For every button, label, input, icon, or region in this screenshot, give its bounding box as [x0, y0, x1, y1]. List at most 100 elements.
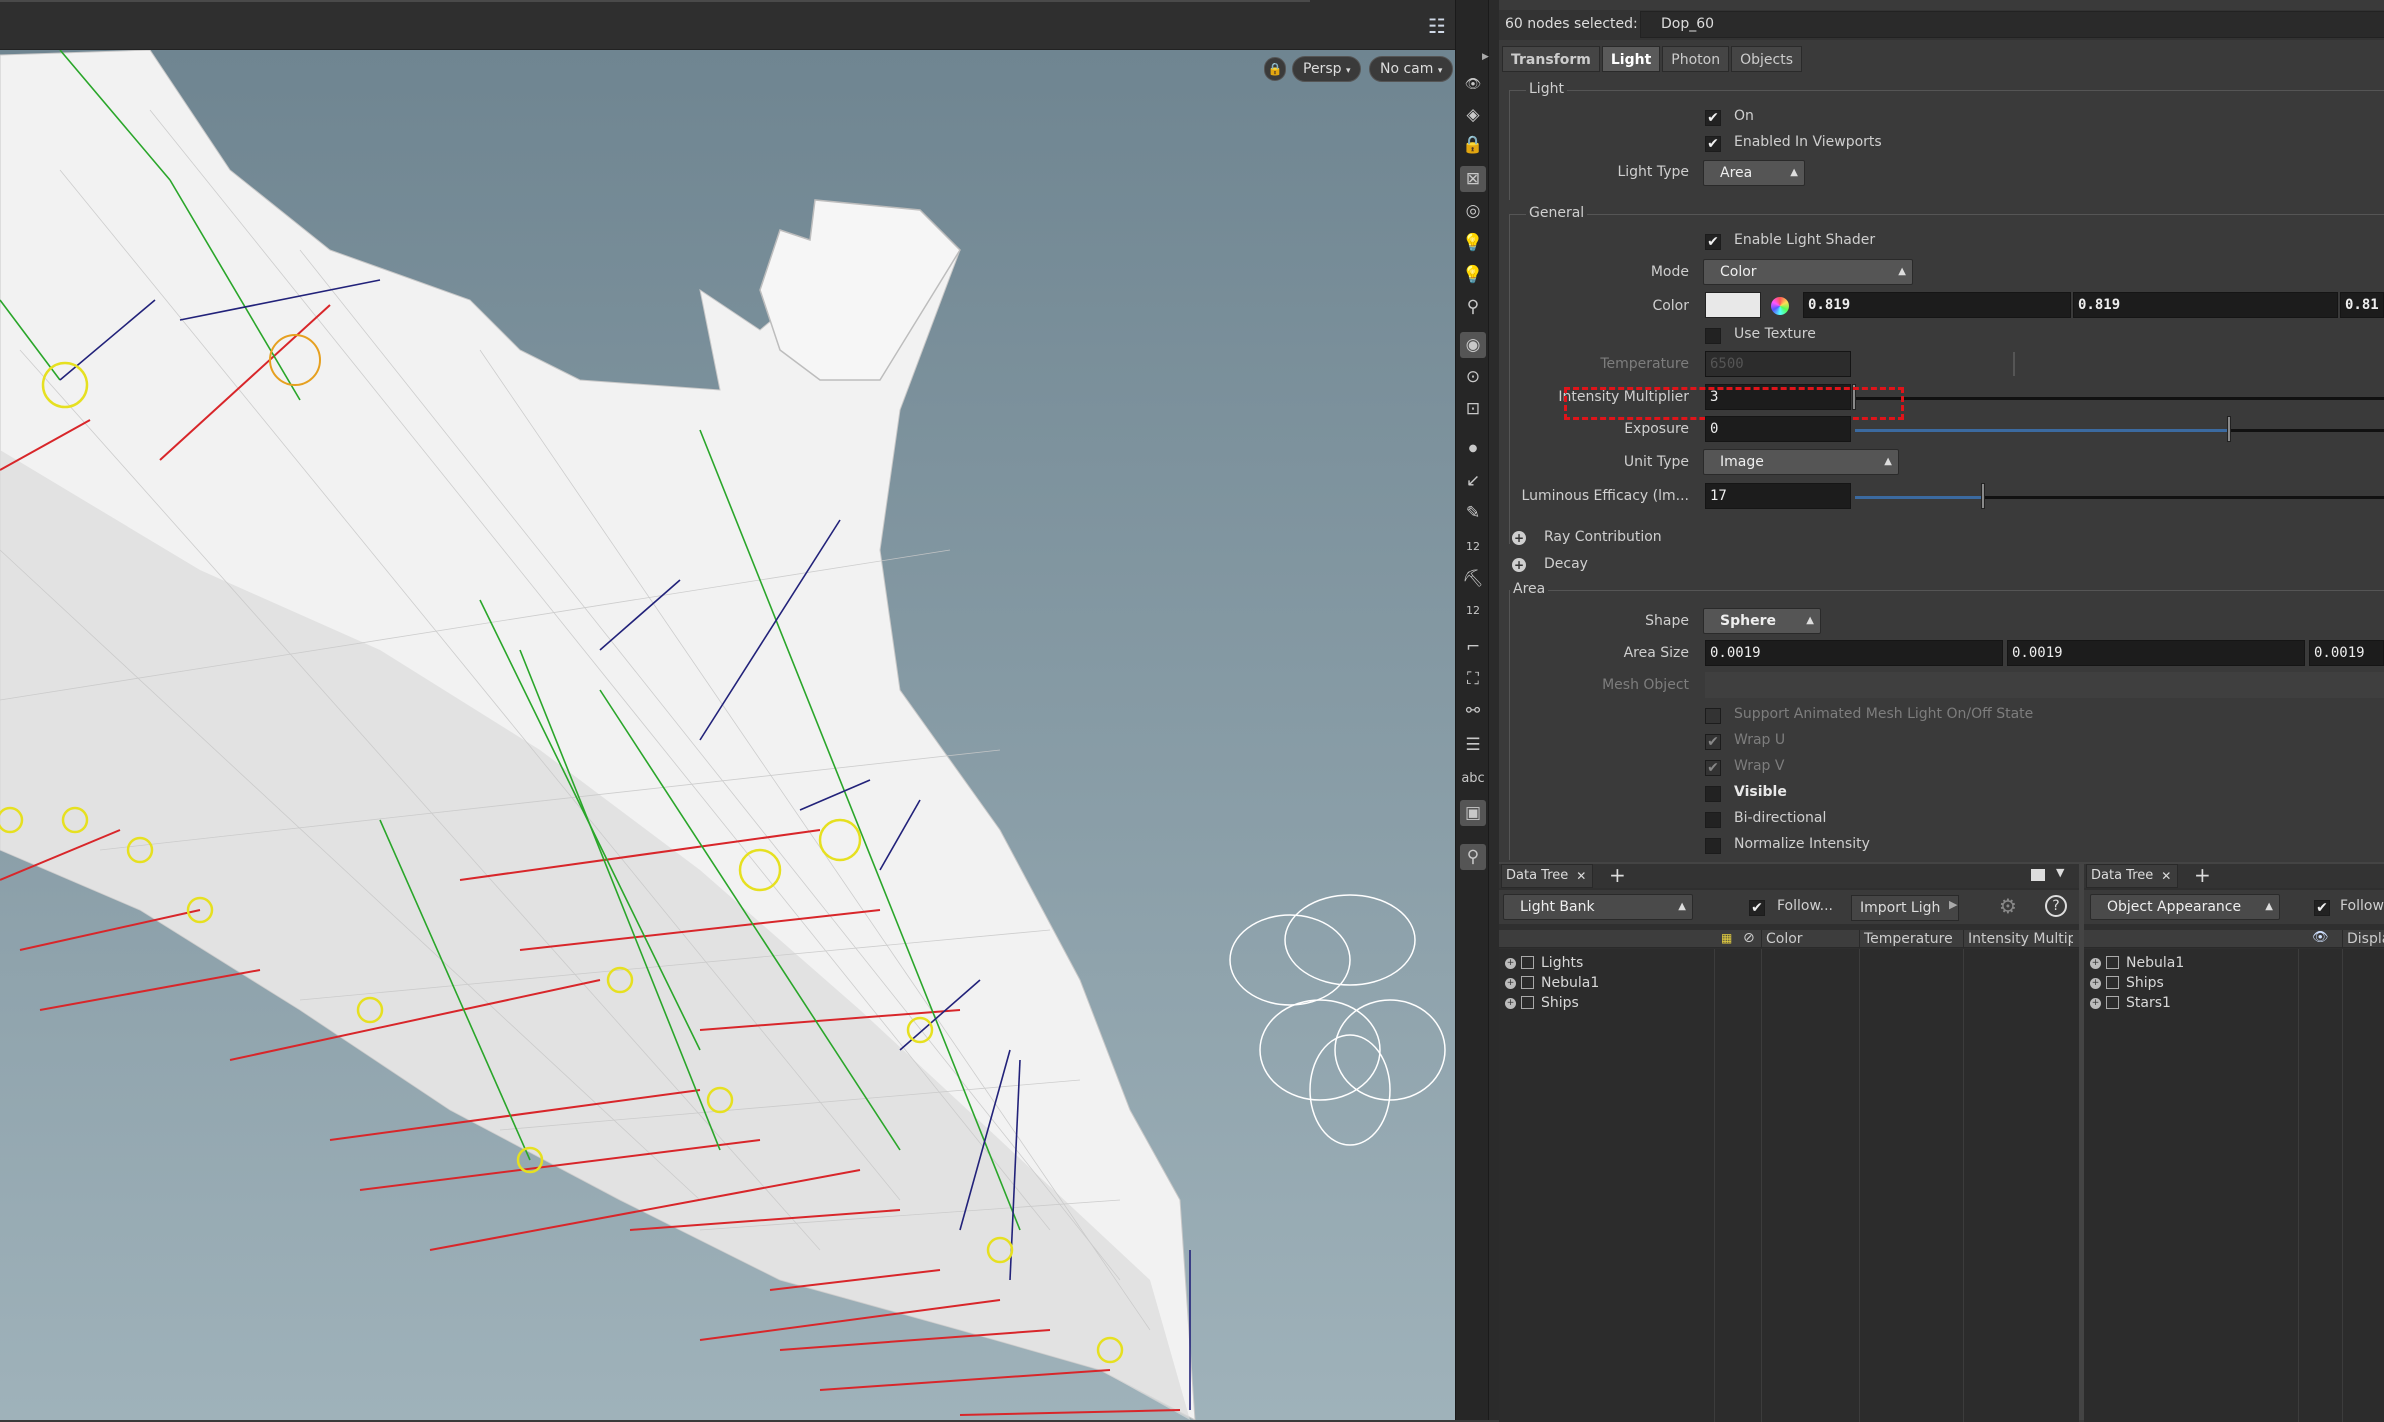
tab-transform[interactable]: Transform	[1502, 46, 1600, 72]
pane-layout-icon[interactable]	[2031, 869, 2045, 881]
tab-photon[interactable]: Photon	[1662, 46, 1730, 72]
wrap-u-checkbox[interactable]: ✔	[1705, 734, 1721, 750]
visible-checkbox[interactable]	[1705, 786, 1721, 802]
mesh-object-field[interactable]	[1705, 672, 2384, 698]
normals-icon[interactable]: ↙	[1460, 468, 1486, 494]
prim-numbers-icon[interactable]: 12	[1460, 598, 1486, 624]
shape-menu[interactable]: Sphere ▲	[1703, 608, 1821, 634]
color-r-field[interactable]: 0.819	[1803, 292, 2071, 318]
branch-icon[interactable]: ⚯	[1460, 698, 1486, 724]
column-intensity[interactable]: Intensity Multip	[1963, 930, 2073, 948]
luminous-slider-thumb[interactable]	[1981, 483, 1985, 509]
color-swatch[interactable]	[1705, 292, 1761, 318]
tree-row-label: Nebula1	[1541, 975, 1600, 991]
wrap-v-checkbox[interactable]: ✔	[1705, 760, 1721, 776]
add-tab-icon[interactable]: +	[1609, 865, 1626, 885]
enable-light-shader-checkbox[interactable]: ✔	[1705, 234, 1721, 250]
decay-expand-icon[interactable]: +	[1512, 558, 1526, 572]
menu-list-icon[interactable]: ☰	[1460, 732, 1486, 758]
luminous-slider-track[interactable]	[1983, 496, 2384, 499]
light-type-menu[interactable]: Area ▲	[1703, 160, 1805, 186]
expand-icon[interactable]: +	[2090, 998, 2101, 1009]
temperature-field[interactable]: 6500	[1705, 351, 1851, 377]
color-b-field[interactable]: 0.81	[2340, 292, 2384, 318]
close-icon[interactable]: ✕	[2161, 865, 2171, 887]
expand-icon[interactable]: +	[2090, 978, 2101, 989]
area-size-x-field[interactable]: 0.0019	[1705, 640, 2003, 666]
camera-menu[interactable]: No cam ▾	[1369, 56, 1454, 82]
light-link-icon[interactable]: ⚲	[1460, 844, 1486, 870]
import-lights-button[interactable]: Import Ligh	[1851, 895, 1959, 921]
area-size-y-field[interactable]: 0.0019	[2007, 640, 2305, 666]
edge-icon[interactable]: ⌐	[1460, 634, 1486, 660]
exposure-field[interactable]: 0	[1705, 416, 1851, 442]
color-g-field[interactable]: 0.819	[2073, 292, 2338, 318]
column-color[interactable]: Color	[1761, 930, 1859, 948]
luminous-slider-fill[interactable]	[1855, 496, 1983, 499]
light-bulb-icon[interactable]: 💡	[1460, 230, 1486, 256]
light-bulb-yellow-icon[interactable]: 💡	[1460, 262, 1486, 288]
follow-checkbox[interactable]: ✔	[1749, 900, 1765, 916]
on-checkbox[interactable]: ✔	[1705, 110, 1721, 126]
close-icon[interactable]: ✕	[1576, 865, 1586, 887]
light-bank-menu[interactable]: Light Bank ▲	[1503, 894, 1693, 920]
background-image-icon[interactable]: ▣	[1460, 800, 1486, 826]
exposure-slider-track[interactable]	[2229, 429, 2384, 432]
paint-icon[interactable]: ⛏	[1460, 566, 1486, 592]
tab-objects[interactable]: Objects	[1731, 46, 1802, 72]
mode-menu[interactable]: Color ▲	[1703, 259, 1913, 285]
enabled-viewports-checkbox[interactable]: ✔	[1705, 136, 1721, 152]
luminous-efficacy-field[interactable]: 17	[1705, 483, 1851, 509]
point-numbers-icon[interactable]: 12	[1460, 534, 1486, 560]
ray-contribution-expand-icon[interactable]: +	[1512, 531, 1526, 545]
expand-icon[interactable]: +	[1505, 958, 1516, 969]
viewport-3d-canvas[interactable]: 12	[0, 50, 1455, 1420]
pencil-icon[interactable]: ✎	[1460, 500, 1486, 526]
pane-divider[interactable]	[1489, 0, 1499, 1420]
bidirectional-checkbox[interactable]	[1705, 812, 1721, 828]
ray-contribution-label[interactable]: Ray Contribution	[1544, 529, 1662, 545]
lock-camera-icon[interactable]: 🔒	[1264, 57, 1286, 81]
camera-projector-icon[interactable]: ⊡	[1460, 396, 1486, 422]
area-size-z-field[interactable]: 0.0019	[2309, 640, 2384, 666]
normalize-intensity-checkbox[interactable]	[1705, 838, 1721, 854]
toolbar-expand-icon[interactable]: ▶	[1482, 52, 1489, 62]
unit-type-menu[interactable]: Image ▲	[1703, 449, 1899, 475]
data-tree-left-tab[interactable]: Data Tree ✕	[1501, 864, 1594, 888]
light-gizmo-icon[interactable]: ⚲	[1460, 294, 1486, 320]
expand-icon[interactable]: +	[1505, 998, 1516, 1009]
data-tree-right-tab[interactable]: Data Tree ✕	[2086, 864, 2179, 888]
lock-icon[interactable]: 🔒	[1460, 132, 1486, 158]
import-arrow-icon[interactable]: ▶	[1949, 898, 1957, 911]
wireframe-sphere-icon[interactable]: ◎	[1460, 198, 1486, 224]
use-texture-checkbox[interactable]	[1705, 328, 1721, 344]
exposure-slider-thumb[interactable]	[2227, 416, 2231, 442]
column-display[interactable]: Displa	[2342, 930, 2384, 948]
visibility-eye-icon[interactable]: 👁	[1460, 72, 1486, 98]
tab-light[interactable]: Light	[1601, 46, 1661, 72]
point-display-icon[interactable]: ●	[1460, 436, 1486, 462]
node-name-field[interactable]: Dop_60	[1640, 11, 2384, 38]
column-temperature[interactable]: Temperature	[1859, 930, 1963, 948]
expand-icon[interactable]: +	[2090, 958, 2101, 969]
color-wheel-icon[interactable]	[1771, 297, 1789, 315]
settings-gear-icon[interactable]: ⚙	[1999, 894, 2017, 918]
camera-view-icon[interactable]: ◉	[1460, 332, 1486, 358]
intensity-slider-track[interactable]	[1855, 397, 2384, 400]
decay-label[interactable]: Decay	[1544, 556, 1588, 572]
add-tab-icon[interactable]: +	[2194, 865, 2211, 885]
camera-eye-icon[interactable]: ⊙	[1460, 364, 1486, 390]
close-camera-icon[interactable]: ⊠	[1460, 166, 1486, 192]
display-options-icon[interactable]: ☷	[1425, 14, 1449, 38]
bounding-box-icon[interactable]: ⛶	[1460, 666, 1486, 692]
follow-right-checkbox[interactable]: ✔	[2314, 900, 2330, 916]
object-appearance-menu[interactable]: Object Appearance ▲	[2090, 894, 2280, 920]
text-display-icon[interactable]: abc	[1460, 766, 1486, 792]
help-icon[interactable]: ?	[2045, 895, 2067, 917]
pane-menu-icon[interactable]: ▼	[2056, 866, 2064, 879]
expand-icon[interactable]: +	[1505, 978, 1516, 989]
exposure-slider-fill[interactable]	[1855, 429, 2229, 432]
perspective-menu[interactable]: Persp ▾	[1292, 56, 1362, 82]
support-animated-checkbox[interactable]	[1705, 708, 1721, 724]
display-guides-icon[interactable]: ◈	[1460, 102, 1486, 128]
